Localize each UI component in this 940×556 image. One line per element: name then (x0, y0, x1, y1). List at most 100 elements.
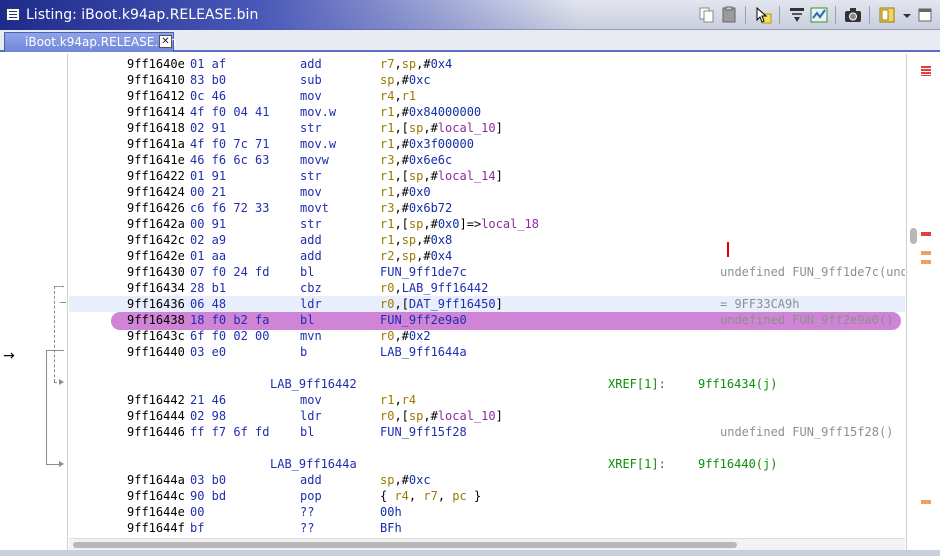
operand-token[interactable]: local_10 (438, 409, 496, 423)
instruction-bytes[interactable]: 00 21 (190, 185, 226, 199)
instruction-address[interactable]: 9ff1641a (127, 137, 185, 151)
tab-listing-file[interactable]: iBoot.k94ap.RELEASE.bin ✕ (4, 32, 177, 52)
instruction-row[interactable]: 9ff16442 21 46 mov r1,r4 (69, 392, 905, 408)
instruction-bytes[interactable]: bf (190, 521, 204, 535)
instruction-address[interactable]: 9ff1644a (127, 473, 185, 487)
instruction-bytes[interactable]: 46 f6 6c 63 (190, 153, 269, 167)
instruction-mnemonic[interactable]: ldr (300, 409, 322, 423)
label-row[interactable]: LAB_9ff1644a XREF[1]: 9ff16440(j) (69, 456, 905, 472)
operand-token[interactable]: LAB_9ff1644a (380, 345, 467, 359)
instruction-bytes[interactable]: 28 b1 (190, 281, 226, 295)
instruction-row[interactable]: 9ff1641a 4f f0 7c 71 mov.w r1,#0x3f00000 (69, 136, 905, 152)
instruction-mnemonic[interactable]: b (300, 345, 307, 359)
window-menu-icon[interactable] (916, 6, 934, 24)
instruction-operands[interactable]: r1,[sp,#local_14] (380, 169, 503, 183)
instruction-mnemonic[interactable]: add (300, 249, 322, 263)
instruction-address[interactable]: 9ff16422 (127, 169, 185, 183)
instruction-operands[interactable]: r1,r4 (380, 393, 416, 407)
instruction-bytes[interactable]: 06 48 (190, 297, 226, 311)
instruction-address[interactable]: 9ff16434 (127, 281, 185, 295)
instruction-operands[interactable]: sp,#0xc (380, 473, 431, 487)
field-nav-icon[interactable] (788, 6, 806, 24)
instruction-row[interactable]: 9ff1642c 02 a9 add r1,sp,#0x8 (69, 232, 905, 248)
horizontal-scrollbar-thumb[interactable] (73, 542, 737, 548)
instruction-mnemonic[interactable]: str (300, 121, 322, 135)
instruction-address[interactable]: 9ff16440 (127, 345, 185, 359)
instruction-mnemonic[interactable]: add (300, 473, 322, 487)
instruction-address[interactable]: 9ff16446 (127, 425, 185, 439)
operand-token[interactable]: local_14 (438, 169, 496, 183)
instruction-mnemonic[interactable]: cbz (300, 281, 322, 295)
instruction-bytes[interactable]: ff f7 6f fd (190, 425, 269, 439)
instruction-mnemonic[interactable]: bl (300, 313, 314, 327)
instruction-bytes[interactable]: 18 f0 b2 fa (190, 313, 269, 327)
instruction-row[interactable]: 9ff16430 07 f0 24 fd bl FUN_9ff1de7c undefin… (69, 264, 905, 280)
instruction-operands[interactable]: r0,LAB_9ff16442 (380, 281, 488, 295)
diff-icon[interactable] (810, 6, 828, 24)
instruction-row[interactable]: 9ff1644f bf?? BFh (69, 520, 905, 536)
xref-label[interactable]: XREF[1]: (608, 457, 666, 471)
horizontal-scrollbar[interactable] (69, 538, 905, 550)
overview-function-marker[interactable] (921, 66, 931, 76)
instruction-row[interactable]: 9ff16422 01 91 str r1,[sp,#local_14] (69, 168, 905, 184)
instruction-mnemonic[interactable]: mov.w (300, 137, 336, 151)
operand-token[interactable]: FUN_9ff15f28 (380, 425, 467, 439)
instruction-operands[interactable]: { r4, r7, pc } (380, 489, 481, 503)
instruction-row[interactable]: 9ff1642e 01 aa add r2,sp,#0x4 (69, 248, 905, 264)
instruction-address[interactable]: 9ff16436 (127, 297, 185, 311)
instruction-address[interactable]: 9ff1644e (127, 505, 185, 519)
instruction-mnemonic[interactable]: add (300, 57, 322, 71)
instruction-operands[interactable]: r1,sp,#0x8 (380, 233, 452, 247)
instruction-mnemonic[interactable]: pop (300, 489, 322, 503)
instruction-operands[interactable]: r0,#0x2 (380, 329, 431, 343)
instruction-bytes[interactable]: 90 bd (190, 489, 226, 503)
instruction-mnemonic[interactable]: bl (300, 265, 314, 279)
instruction-bytes[interactable]: 01 af (190, 57, 226, 71)
instruction-bytes[interactable]: 0c 46 (190, 89, 226, 103)
instruction-bytes[interactable]: 00 91 (190, 217, 226, 231)
instruction-row[interactable]: 9ff16440 03 e0 b LAB_9ff1644a (69, 344, 905, 360)
instruction-mnemonic[interactable]: movt (300, 201, 329, 215)
instruction-row[interactable]: 9ff16426 c6 f6 72 33 movt r3,#0x6b72 (69, 200, 905, 216)
instruction-row[interactable]: 9ff16414 4f f0 04 41 mov.w r1,#0x84000000 (69, 104, 905, 120)
instruction-row[interactable]: 9ff1644e 00?? 00h (69, 504, 905, 520)
instruction-operands[interactable]: r2,sp,#0x4 (380, 249, 452, 263)
instruction-operands[interactable]: r1,[sp,#0x0]=>local_18 (380, 217, 539, 231)
eol-comment[interactable]: undefined FUN_9ff1de7c(unde (720, 265, 905, 279)
instruction-operands[interactable]: FUN_9ff15f28 (380, 425, 467, 439)
instruction-bytes[interactable]: 4f f0 04 41 (190, 105, 269, 119)
instruction-mnemonic[interactable]: bl (300, 425, 314, 439)
dropdown-chevron-icon[interactable] (898, 6, 911, 24)
instruction-operands[interactable]: r1,#0x84000000 (380, 105, 481, 119)
instruction-mnemonic[interactable]: sub (300, 73, 322, 87)
instruction-address[interactable]: 9ff16414 (127, 105, 185, 119)
instruction-address[interactable]: 9ff1641e (127, 153, 185, 167)
operand-token[interactable]: FUN_9ff1de7c (380, 265, 467, 279)
instruction-row[interactable]: 9ff1643c 6f f0 02 00 mvn r0,#0x2 (69, 328, 905, 344)
instruction-row[interactable]: 9ff16410 83 b0 sub sp,#0xc (69, 72, 905, 88)
instruction-row[interactable]: 9ff16444 02 98 ldr r0,[sp,#local_10] (69, 408, 905, 424)
instruction-row[interactable]: 9ff1640e 01 af add r7,sp,#0x4 (69, 56, 905, 72)
instruction-mnemonic[interactable]: str (300, 217, 322, 231)
overview-data-marker[interactable] (921, 260, 931, 264)
instruction-row[interactable]: 9ff16436 06 48 ldr r0,[DAT_9ff16450] = 9FF33… (69, 296, 905, 312)
operand-token[interactable]: local_18 (481, 217, 539, 231)
instruction-mnemonic[interactable]: add (300, 233, 322, 247)
instruction-address[interactable]: 9ff16444 (127, 409, 185, 423)
instruction-mnemonic[interactable]: ?? (300, 505, 314, 519)
instruction-bytes[interactable]: 03 e0 (190, 345, 226, 359)
layout-icon[interactable] (878, 6, 896, 24)
instruction-operands[interactable]: 00h (380, 505, 402, 519)
instruction-bytes[interactable]: 02 a9 (190, 233, 226, 247)
instruction-mnemonic[interactable]: str (300, 169, 322, 183)
operand-token[interactable]: LAB_9ff16442 (402, 281, 489, 295)
instruction-row[interactable]: 9ff16424 00 21 mov r1,#0x0 (69, 184, 905, 200)
instruction-operands[interactable]: r3,#0x6e6c (380, 153, 452, 167)
instruction-operands[interactable]: LAB_9ff1644a (380, 345, 467, 359)
instruction-row[interactable]: 9ff16446 ff f7 6f fd bl FUN_9ff15f28 undefin… (69, 424, 905, 440)
label-row[interactable]: LAB_9ff16442 XREF[1]: 9ff16434(j) (69, 376, 905, 392)
instruction-address[interactable]: 9ff16426 (127, 201, 185, 215)
instruction-address[interactable]: 9ff16418 (127, 121, 185, 135)
instruction-address[interactable]: 9ff1643c (127, 329, 185, 343)
instruction-row[interactable]: 9ff16418 02 91 str r1,[sp,#local_10] (69, 120, 905, 136)
